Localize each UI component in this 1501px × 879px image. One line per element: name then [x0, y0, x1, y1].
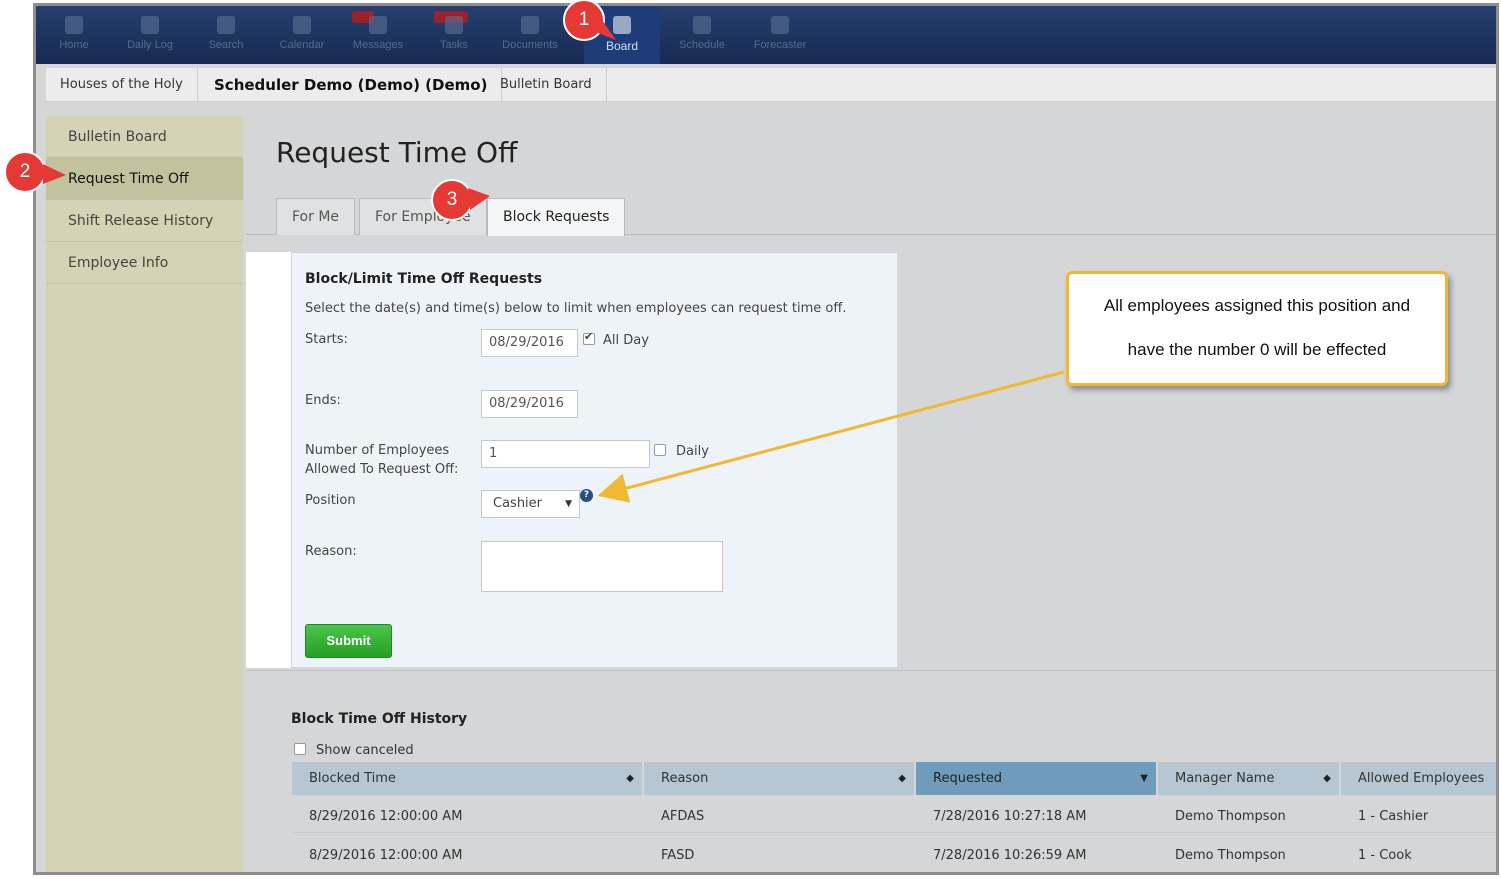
breadcrumb-company[interactable]: Scheduler Demo (Demo) (Demo)	[200, 68, 503, 102]
breadcrumb-location[interactable]: Houses of the Holy	[46, 68, 198, 102]
num-employees-label-2: Allowed To Request Off:	[305, 462, 459, 477]
show-canceled-label: Show canceled	[316, 743, 414, 758]
section-divider	[246, 670, 1496, 671]
cell-blocked-time: 8/29/2016 12:00:00 AM	[309, 848, 463, 863]
cell-manager-name: Demo Thompson	[1175, 848, 1286, 863]
calendar-icon	[293, 16, 311, 34]
form-description: Select the date(s) and time(s) below to …	[305, 301, 847, 316]
info-callout: All employees assigned this position and…	[1066, 271, 1448, 386]
help-icon[interactable]: ?	[580, 489, 593, 502]
documents-icon	[521, 16, 539, 34]
sidebar: Bulletin Board Request Time Off Shift Re…	[46, 116, 243, 872]
nav-home[interactable]: Home	[36, 6, 112, 64]
cell-allowed-employees: 1 - Cashier	[1358, 809, 1429, 824]
ends-date-input[interactable]: 08/29/2016	[481, 390, 578, 418]
all-day-label: All Day	[603, 333, 649, 348]
tab-for-me[interactable]: For Me	[276, 198, 356, 235]
position-select[interactable]: Cashier ▼	[481, 490, 580, 518]
starts-label: Starts:	[305, 332, 348, 347]
board-icon	[613, 16, 631, 34]
nav-forecaster[interactable]: Forecaster	[742, 6, 818, 64]
forecast-icon	[771, 16, 789, 34]
top-nav-bar: Home Daily Log Search Calendar Messages …	[36, 6, 1496, 64]
nav-schedule[interactable]: Schedule	[664, 6, 740, 64]
chevron-down-icon: ▼	[565, 499, 572, 509]
sidebar-item-request-time-off[interactable]: Request Time Off	[46, 158, 243, 200]
nav-daily-log[interactable]: Daily Log	[112, 6, 188, 64]
form-title: Block/Limit Time Off Requests	[305, 271, 543, 287]
position-select-value: Cashier	[493, 496, 543, 511]
column-header-requested[interactable]: Requested ▼	[916, 762, 1158, 795]
home-icon	[65, 16, 83, 34]
num-employees-label-1: Number of Employees	[305, 443, 450, 458]
cell-reason: FASD	[661, 848, 695, 863]
cell-allowed-employees: 1 - Cook	[1358, 848, 1412, 863]
num-employees-input[interactable]: 1	[481, 440, 650, 468]
column-header-reason[interactable]: Reason ◆	[644, 762, 916, 795]
search-icon	[217, 16, 235, 34]
position-label: Position	[305, 493, 356, 508]
column-header-allowed-employees[interactable]: Allowed Employees	[1341, 762, 1496, 795]
schedule-icon	[693, 16, 711, 34]
nav-calendar[interactable]: Calendar	[264, 6, 340, 64]
submit-button[interactable]: Submit	[305, 624, 392, 658]
all-day-checkbox[interactable]	[583, 330, 595, 345]
sidebar-item-employee-info[interactable]: Employee Info	[46, 242, 243, 284]
history-title: Block Time Off History	[291, 711, 468, 727]
callout-line-2: have the number 0 will be effected	[1127, 340, 1387, 359]
sort-desc-icon: ▼	[1140, 773, 1148, 784]
log-icon	[141, 16, 159, 34]
nav-search[interactable]: Search	[188, 6, 264, 64]
breadcrumb: Houses of the Holy Scheduler Demo (Demo)…	[46, 68, 1496, 102]
row-divider	[292, 832, 1496, 833]
daily-label: Daily	[676, 444, 709, 459]
nav-messages[interactable]: Messages	[340, 6, 416, 64]
reason-textarea[interactable]	[481, 541, 723, 592]
tab-block-requests[interactable]: Block Requests	[487, 198, 626, 236]
nav-tasks[interactable]: Tasks	[416, 6, 492, 64]
sidebar-item-bulletin-board[interactable]: Bulletin Board	[46, 116, 243, 158]
column-header-manager-name[interactable]: Manager Name ◆	[1158, 762, 1341, 795]
starts-date-input[interactable]: 08/29/2016	[481, 329, 578, 357]
form-gutter	[246, 252, 292, 668]
cell-manager-name: Demo Thompson	[1175, 809, 1286, 824]
breadcrumb-bulletin-board[interactable]: Bulletin Board	[486, 68, 607, 102]
cell-requested: 7/28/2016 10:26:59 AM	[933, 848, 1087, 863]
cell-blocked-time: 8/29/2016 12:00:00 AM	[309, 809, 463, 824]
reason-label: Reason:	[305, 544, 357, 559]
page-title: Request Time Off	[276, 136, 518, 169]
messages-icon	[369, 16, 387, 34]
block-request-form: Block/Limit Time Off Requests Select the…	[291, 252, 898, 668]
cell-reason: AFDAS	[661, 809, 705, 824]
cell-requested: 7/28/2016 10:27:18 AM	[933, 809, 1087, 824]
app-window: Home Daily Log Search Calendar Messages …	[33, 3, 1499, 875]
daily-checkbox[interactable]	[654, 444, 666, 456]
sidebar-item-shift-release-history[interactable]: Shift Release History	[46, 200, 243, 242]
column-header-blocked-time[interactable]: Blocked Time ◆	[292, 762, 644, 795]
tasks-icon	[445, 16, 463, 34]
sort-icon: ◆	[1323, 773, 1331, 784]
sort-icon: ◆	[898, 773, 906, 784]
show-canceled-checkbox[interactable]	[294, 743, 306, 755]
sort-icon: ◆	[626, 773, 634, 784]
ends-label: Ends:	[305, 393, 341, 408]
callout-line-1: All employees assigned this position and	[1103, 296, 1411, 315]
nav-documents[interactable]: Documents	[492, 6, 568, 64]
